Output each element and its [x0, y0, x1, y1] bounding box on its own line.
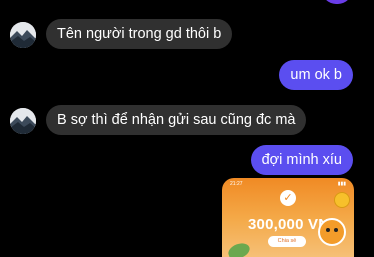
- shared-image-attachment[interactable]: 21:27 ▮▮▮ ✓ 300,000 VND Chia sẻ: [222, 178, 354, 257]
- signal-icon: ▮▮▮: [337, 181, 346, 187]
- message-row-outgoing: um ok b: [0, 60, 374, 92]
- message-row-outgoing: đợi mình xíu: [0, 145, 374, 177]
- image-status-bar: 21:27 ▮▮▮: [230, 180, 346, 188]
- tiger-mascot-icon: [318, 218, 346, 246]
- checkmark-icon: ✓: [280, 190, 296, 206]
- message-bubble[interactable]: Tên người trong gd thôi b: [46, 19, 233, 49]
- previous-message-bubble-edge[interactable]: [322, 0, 352, 4]
- leaf-decoration-icon: [226, 240, 252, 257]
- message-row-incoming: Tên người trong gd thôi b: [0, 18, 374, 50]
- avatar-image: [10, 108, 36, 134]
- image-share-button: Chia sẻ: [268, 236, 306, 247]
- coin-icon: [334, 192, 350, 208]
- message-bubble[interactable]: đợi mình xíu: [250, 145, 353, 175]
- message-row-incoming: B sợ thì để nhận gửi sau cũng đc mà: [0, 104, 374, 136]
- message-bubble[interactable]: B sợ thì để nhận gửi sau cũng đc mà: [46, 105, 307, 135]
- contact-avatar[interactable]: [10, 22, 36, 48]
- message-bubble[interactable]: um ok b: [279, 60, 353, 90]
- contact-avatar[interactable]: [10, 108, 36, 134]
- avatar-image: [10, 22, 36, 48]
- image-status-time: 21:27: [230, 181, 243, 187]
- chat-conversation: Tên người trong gd thôi b um ok b B sợ t…: [0, 0, 374, 257]
